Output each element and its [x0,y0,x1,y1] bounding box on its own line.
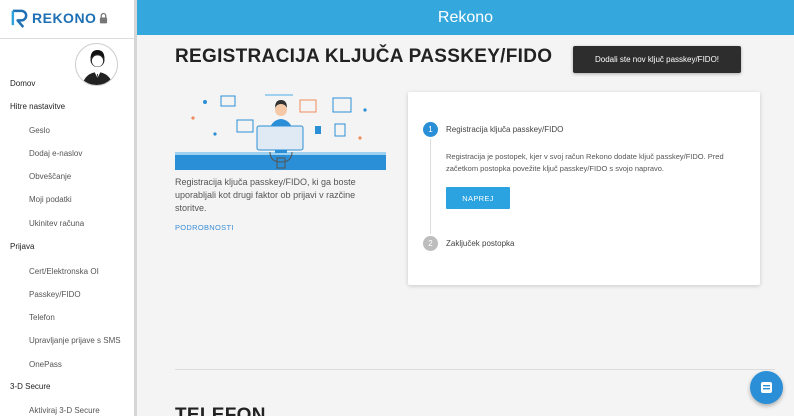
sidebar-item-prijava[interactable]: Prijava [10,242,34,251]
added-key-button[interactable]: Dodali ste nov ključ passkey/FIDO! [573,46,741,73]
page-title: REGISTRACIJA KLJUČA PASSKEY/FIDO [175,46,553,67]
sidebar-item-onepass[interactable]: OnePass [29,360,62,369]
sidebar: REKONO Domov Hitre nastavitve Geslo Doda… [0,0,137,416]
sidebar-item-3d-secure[interactable]: 3-D Secure [10,382,50,391]
sidebar-item-aktiviraj-3d-secure[interactable]: Aktiviraj 3-D Secure [29,406,100,415]
passkey-illustration [175,94,386,170]
sidebar-item-upravljanje-sms[interactable]: Upravljanje prijave s SMS [29,336,121,345]
page-description: Registracija ključa passkey/FIDO, ki ga … [175,177,356,213]
sidebar-item-geslo[interactable]: Geslo [29,126,50,135]
rekono-logo-icon [11,9,28,28]
sidebar-item-obvescanje[interactable]: Obveščanje [29,172,71,181]
details-link[interactable]: PODROBNOSTI [175,223,234,232]
step1-indicator: 1 [423,122,438,137]
sidebar-divider [0,38,134,39]
sidebar-item-hitre-nastavitve[interactable]: Hitre nastavitve [10,102,65,111]
user-avatar-icon[interactable] [75,43,118,86]
section-title-telefon: TELEFON [175,405,266,416]
registration-wizard-card: 1 Registracija ključa passkey/FIDO Regis… [408,92,760,285]
header-title: Rekono [437,8,494,26]
sidebar-item-passkey-fido[interactable]: Passkey/FIDO [29,290,81,299]
lock-icon [100,12,108,24]
step2-indicator: 2 [423,236,438,251]
step1-text: Registracija je postopek, kjer v svoj ra… [446,152,724,173]
logo-text: REKONO [32,10,97,26]
chat-button[interactable] [750,371,783,404]
next-button[interactable]: NAPREJ [446,187,510,209]
step2-label: Zaključek postopka [446,239,515,248]
sidebar-item-dodaj-e-naslov[interactable]: Dodaj e-naslov [29,149,82,158]
top-header: Rekono [137,0,794,35]
step1-label: Registracija ključa passkey/FIDO [446,125,564,134]
step-connector [430,139,431,234]
sidebar-item-cert[interactable]: Cert/Elektronska OI [29,267,99,276]
sidebar-item-moji-podatki[interactable]: Moji podatki [29,195,72,204]
chat-icon [761,382,772,393]
section-divider [175,369,775,370]
sidebar-item-telefon[interactable]: Telefon [29,313,55,322]
sidebar-item-ukinitev-racuna[interactable]: Ukinitev računa [29,219,84,228]
sidebar-item-domov[interactable]: Domov [10,79,35,88]
logo[interactable]: REKONO [10,8,108,28]
